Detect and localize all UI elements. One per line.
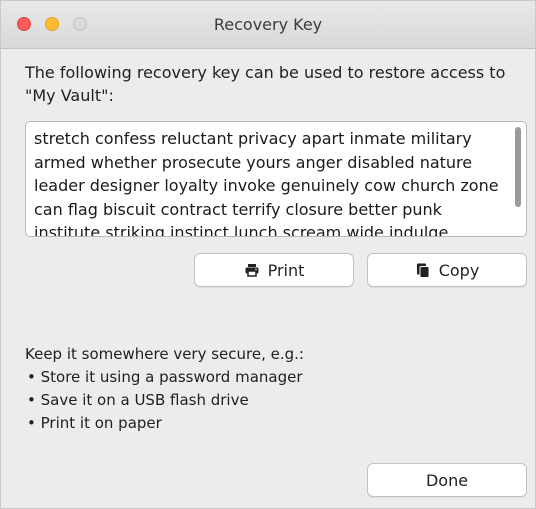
printer-icon (245, 264, 259, 277)
dialog-content: The following recovery key can be used t… (1, 49, 535, 508)
copy-button[interactable]: Copy (367, 253, 527, 287)
tip-text: Print it on paper (40, 414, 162, 432)
tip-item: • Store it using a password manager (27, 368, 303, 386)
window-title: Recovery Key (213, 15, 323, 34)
tip-text: Store it using a password manager (40, 368, 303, 386)
title-bar: Recovery Key (1, 1, 535, 49)
print-button[interactable]: Print (194, 253, 354, 287)
security-tips: Keep it somewhere very secure, e.g.: • S… (25, 343, 505, 435)
recovery-key-textbox[interactable]: stretch confess reluctant privacy apart … (25, 121, 527, 237)
tips-heading: Keep it somewhere very secure, e.g.: (25, 345, 304, 363)
recovery-key-window: Recovery Key The following recovery key … (0, 0, 536, 509)
tip-item: • Print it on paper (27, 414, 162, 432)
tip-text: Save it on a USB flash drive (40, 391, 249, 409)
done-button-label: Done (425, 470, 469, 490)
print-button-label: Print (267, 260, 305, 280)
intro-text: The following recovery key can be used t… (25, 63, 506, 105)
done-button[interactable]: Done (367, 463, 527, 497)
copy-icon (416, 263, 430, 278)
tip-item: • Save it on a USB flash drive (27, 391, 249, 409)
scrollbar-thumb[interactable] (515, 127, 521, 207)
copy-button-label: Copy (438, 260, 480, 280)
recovery-key-text: stretch confess reluctant privacy apart … (34, 129, 499, 237)
